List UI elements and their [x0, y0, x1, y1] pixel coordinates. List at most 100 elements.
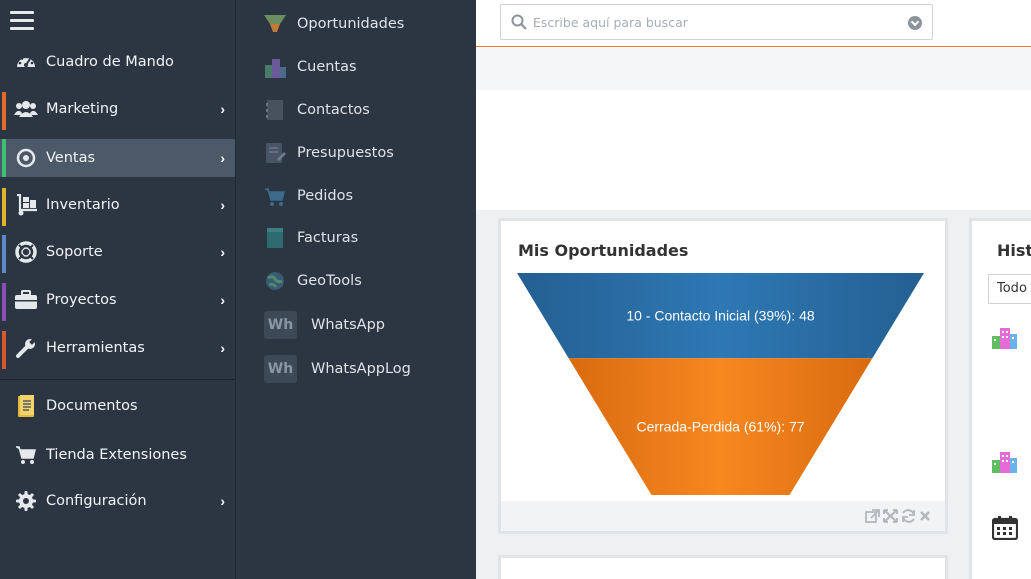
submenu-item-facturas[interactable]: Facturas — [236, 220, 477, 256]
submenu-item-label: Contactos — [297, 102, 370, 118]
globe-icon — [263, 269, 287, 293]
widget-title: Historial — [997, 241, 1031, 260]
submenu-item-pedidos[interactable]: Pedidos — [236, 178, 477, 214]
document-icon — [13, 393, 39, 419]
search-icon — [511, 14, 527, 35]
buildings-icon — [992, 328, 1018, 354]
submenu-item-presupuestos[interactable]: Presupuestos — [236, 135, 477, 171]
close-icon[interactable] — [919, 509, 931, 528]
sidebar-divider — [0, 379, 235, 380]
soporte-accent-bar — [2, 235, 6, 273]
global-search[interactable] — [500, 4, 933, 40]
submenu-item-label: WhatsAppLog — [311, 361, 411, 377]
dashboard-icon — [13, 49, 39, 75]
cart-icon — [13, 442, 39, 468]
herramientas-accent-bar — [2, 331, 6, 369]
sidebar-item-configuracion[interactable]: Configuración › — [0, 482, 235, 520]
funnel-segment-label: 10 - Contacto Inicial (39%): 48 — [626, 308, 815, 324]
hamburger-menu-icon[interactable] — [10, 11, 34, 31]
ventas-accent-bar — [2, 139, 6, 177]
open-external-icon[interactable] — [865, 509, 880, 528]
wrench-icon — [13, 335, 39, 361]
history-entry[interactable] — [992, 450, 1018, 479]
whatsapplog-badge-icon: Wh — [264, 355, 297, 383]
refresh-icon[interactable] — [901, 509, 916, 528]
chevron-right-icon: › — [220, 244, 225, 260]
sidebar-item-marketing[interactable]: Marketing › — [0, 90, 235, 130]
sidebar-item-ventas[interactable]: Ventas › — [0, 139, 235, 177]
submenu-item-geotools[interactable]: GeoTools — [236, 263, 477, 299]
history-filter-select[interactable]: Todo — [988, 274, 1031, 304]
ventas-submenu: Oportunidades Cuentas Contactos Presupue… — [235, 0, 476, 579]
lifebuoy-icon — [13, 239, 39, 265]
submenu-item-label: Oportunidades — [297, 16, 405, 32]
chevron-right-icon: › — [220, 101, 225, 117]
chevron-right-icon: › — [220, 493, 225, 509]
main-content: Mis Oportunidades 10 - Contacto Inicial … — [476, 0, 1031, 579]
chevron-down-icon[interactable] — [908, 16, 922, 30]
submenu-item-label: Cuentas — [297, 59, 357, 75]
history-entry[interactable] — [992, 326, 1018, 355]
sidebar-item-inventario[interactable]: Inventario › — [0, 186, 235, 226]
widget-secondary — [498, 555, 948, 579]
sidebar-item-label: Soporte — [46, 244, 103, 260]
search-input[interactable] — [533, 11, 893, 33]
sidebar-item-label: Cuadro de Mando — [46, 54, 174, 70]
submenu-item-cuentas[interactable]: Cuentas — [236, 49, 477, 85]
sidebar-item-cuadro-de-mando[interactable]: Cuadro de Mando — [0, 43, 235, 81]
chevron-right-icon: › — [220, 197, 225, 213]
submenu-item-label: Facturas — [297, 230, 359, 246]
funnel-segment-label: Cerrada-Perdida (61%): 77 — [636, 419, 804, 435]
sidebar-item-label: Configuración — [46, 493, 147, 509]
buildings-icon — [992, 452, 1018, 478]
sidebar-item-label: Documentos — [46, 398, 138, 414]
submenu-item-label: GeoTools — [297, 273, 362, 289]
dolly-icon — [13, 192, 39, 218]
sidebar-item-soporte[interactable]: Soporte › — [0, 233, 235, 273]
marketing-accent-bar — [2, 92, 6, 130]
quote-icon — [263, 141, 287, 165]
sidebar-item-label: Proyectos — [46, 292, 117, 308]
target-icon — [13, 145, 39, 171]
calendar-icon — [991, 516, 1019, 544]
chevron-right-icon: › — [220, 340, 225, 356]
sidebar-item-label: Inventario — [46, 197, 120, 213]
submenu-item-whatsapplog[interactable]: Wh WhatsAppLog — [236, 351, 477, 387]
sidebar-item-label: Herramientas — [46, 340, 145, 356]
submenu-item-label: WhatsApp — [311, 317, 385, 333]
sidebar-item-label: Ventas — [46, 150, 96, 166]
sidebar-item-label: Marketing — [46, 101, 119, 117]
submenu-item-label: Presupuestos — [297, 145, 394, 161]
main-sidebar: Cuadro de Mando Marketing › Ventas › Inv… — [0, 0, 235, 579]
sidebar-item-tienda-extensiones[interactable]: Tienda Extensiones — [0, 436, 235, 474]
sidebar-item-documentos[interactable]: Documentos — [0, 387, 235, 425]
submenu-item-label: Pedidos — [297, 188, 354, 204]
funnel-icon — [263, 12, 287, 36]
chevron-right-icon: › — [220, 292, 225, 308]
users-icon — [13, 96, 39, 122]
history-entry[interactable] — [991, 516, 1019, 545]
funnel-chart: 10 - Contacto Inicial (39%): 48 Cerrada-P… — [517, 273, 924, 495]
sidebar-item-proyectos[interactable]: Proyectos › — [0, 281, 235, 321]
gear-icon — [13, 488, 39, 514]
widget-mis-oportunidades: Mis Oportunidades 10 - Contacto Inicial … — [498, 218, 948, 534]
secondary-band — [476, 48, 1031, 90]
buildings-icon — [263, 55, 287, 79]
top-bar — [476, 0, 1031, 47]
fullscreen-icon[interactable] — [883, 509, 898, 528]
widget-title: Mis Oportunidades — [518, 241, 689, 260]
widget-footer — [501, 501, 945, 531]
invoice-icon — [263, 226, 287, 250]
briefcase-icon — [13, 287, 39, 313]
order-cart-icon — [263, 184, 287, 208]
inventario-accent-bar — [2, 188, 6, 226]
submenu-item-whatsapp[interactable]: Wh WhatsApp — [236, 307, 477, 343]
whatsapp-badge-icon: Wh — [264, 311, 297, 339]
sidebar-item-herramientas[interactable]: Herramientas › — [0, 329, 235, 369]
contact-book-icon — [263, 98, 287, 122]
sidebar-item-label: Tienda Extensiones — [46, 447, 187, 463]
submenu-item-oportunidades[interactable]: Oportunidades — [236, 6, 477, 42]
widget-historial: Historial Todo — [969, 218, 1031, 579]
submenu-item-contactos[interactable]: Contactos — [236, 92, 477, 128]
chevron-right-icon: › — [220, 150, 225, 166]
